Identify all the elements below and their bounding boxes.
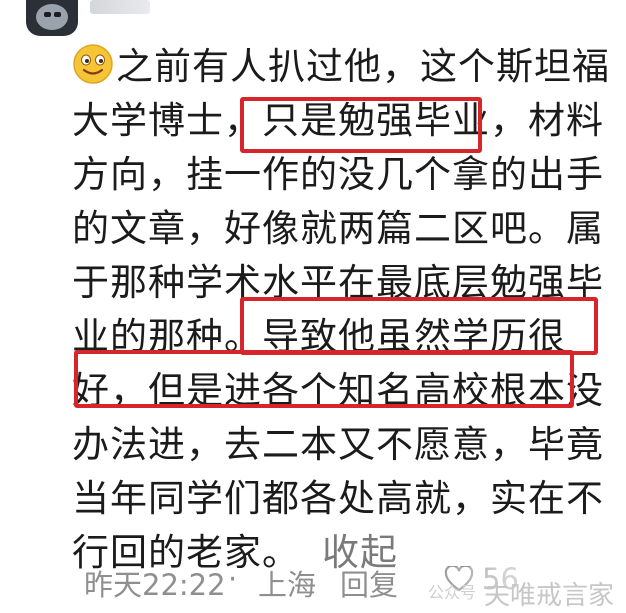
comment-line-4: 的文章，好像就两篇二区吧。属	[72, 207, 604, 250]
comment-time: 昨天22:22	[84, 568, 226, 602]
comment-location: 上海	[258, 568, 317, 602]
reply-button[interactable]: 回复	[340, 562, 398, 604]
avatar-face	[36, 4, 68, 30]
comment-line-3: 方向，挂一作的没几个拿的出手	[72, 153, 604, 196]
highlight-box-1	[240, 97, 482, 153]
meta-dot: ·	[228, 562, 238, 596]
username-blurred[interactable]	[90, 0, 150, 14]
highlight-box-2	[240, 297, 598, 355]
watermark-prefix: 公众号	[427, 583, 476, 602]
comment-line-9: 当年同学们都各处高就，实在不	[72, 477, 604, 520]
smile-emoji-icon	[73, 44, 113, 84]
comment-line-8: 办法进，去二本又不愿意，毕竟	[72, 423, 604, 466]
avatar-eye-right	[54, 12, 61, 17]
user-avatar[interactable]	[26, 0, 78, 36]
avatar-eye-left	[44, 12, 51, 17]
comment-line-1: 之前有人扒过他，这个斯坦福	[72, 40, 609, 94]
watermark-name: 夫唯戒言家	[483, 581, 614, 611]
highlight-box-3	[74, 350, 574, 408]
watermark: 公众号 夫唯戒言家	[426, 567, 626, 613]
